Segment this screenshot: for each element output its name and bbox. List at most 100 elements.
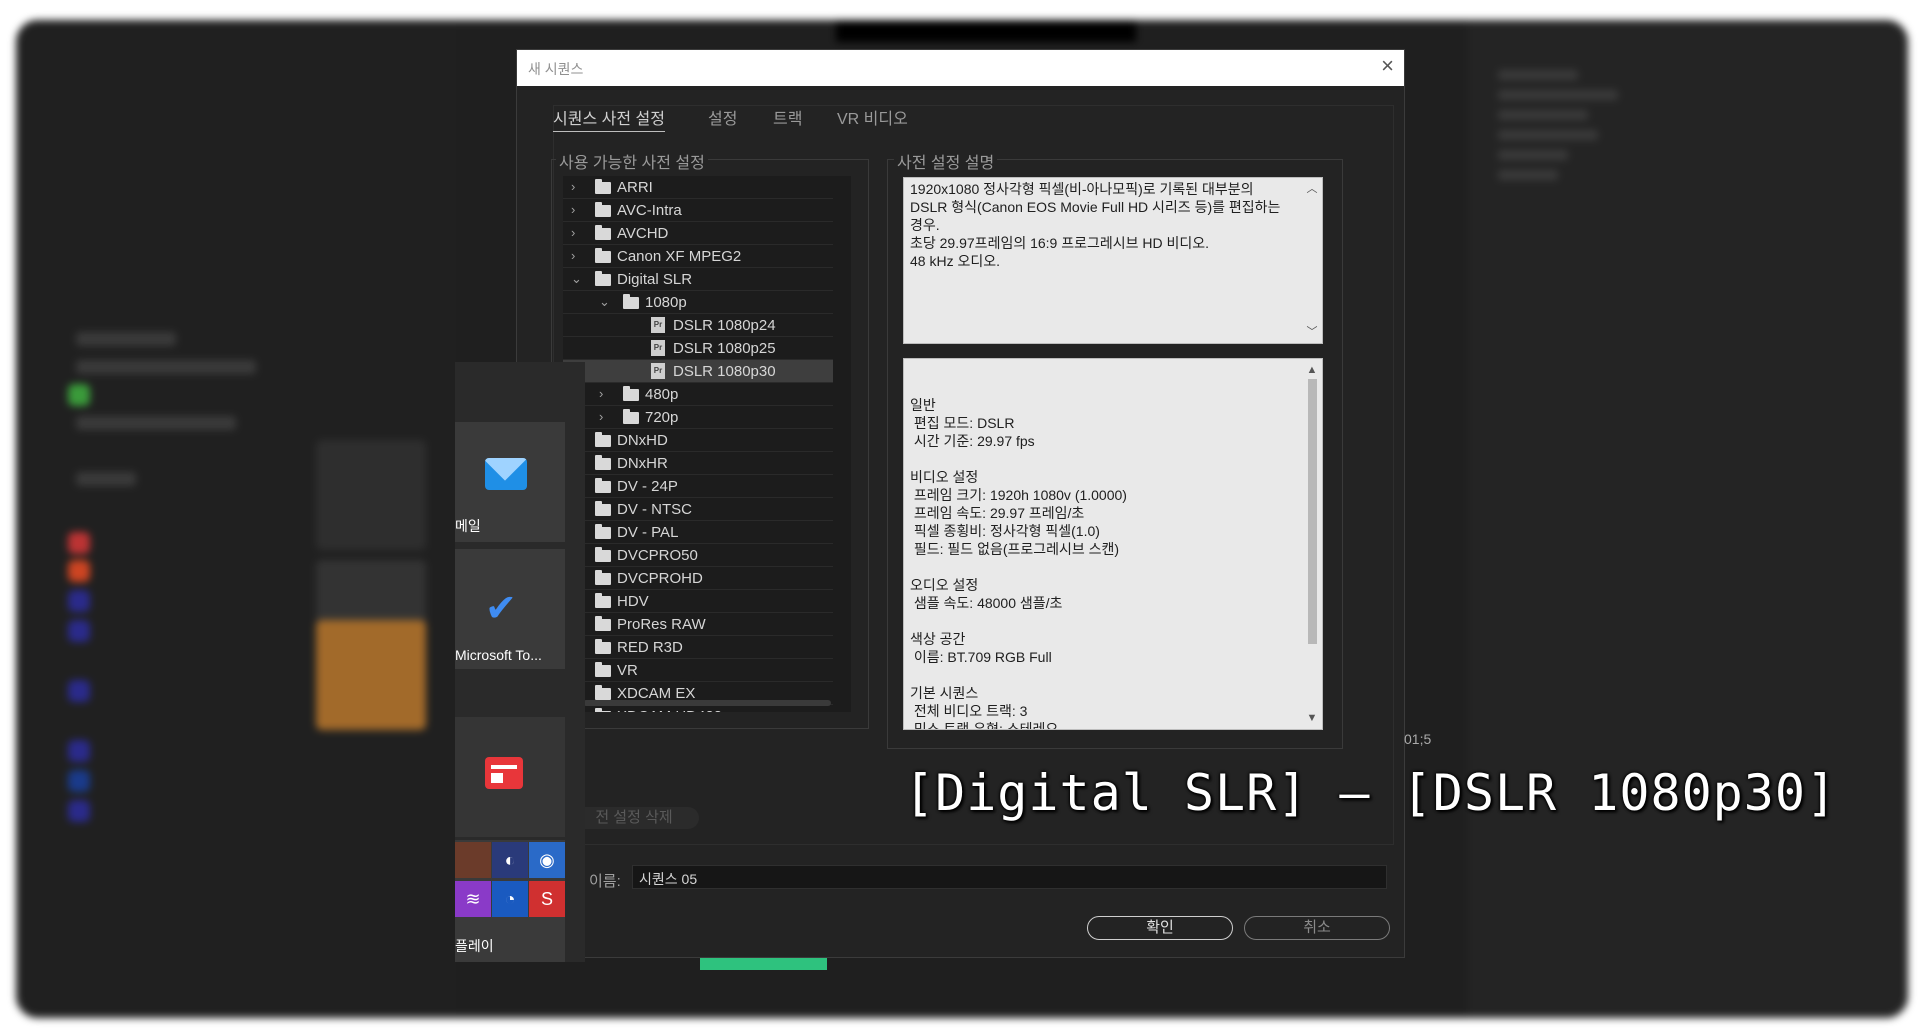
tab-sequence-presets[interactable]: 시퀀스 사전 설정 [553, 105, 665, 132]
ok-button[interactable]: 확인 [1087, 916, 1233, 940]
preset-row[interactable]: › 720p [563, 406, 833, 429]
tile-mail[interactable]: 메일 [455, 422, 565, 542]
preset-row[interactable]: › ARRI [563, 176, 833, 199]
folder-icon [595, 685, 611, 700]
tab-tracks[interactable]: 트랙 [773, 105, 802, 129]
preset-label: AVC-Intra [617, 202, 682, 219]
scroll-up-icon[interactable]: ︿ [1302, 180, 1322, 198]
tile-label: 메일 [455, 518, 481, 534]
play-app-grid: ◐ ◉ ≋ ◔ S [455, 840, 565, 924]
close-icon[interactable]: × [1381, 55, 1394, 77]
preset-row[interactable]: HDV [563, 590, 833, 613]
folder-icon [595, 432, 611, 447]
preset-row[interactable]: VR [563, 659, 833, 682]
preset-label: XDCAM HD422 [617, 708, 722, 712]
folder-icon [595, 662, 611, 677]
preset-row[interactable]: DNxHD [563, 429, 833, 452]
preset-label: ARRI [617, 179, 653, 196]
preset-row[interactable]: ⌄ 1080p [563, 291, 833, 314]
folder-icon [595, 478, 611, 493]
preset-label: DSLR 1080p30 [673, 363, 776, 380]
preset-label: DVCPROHD [617, 570, 703, 587]
tile-label: Microsoft To... [455, 647, 542, 663]
preset-row[interactable]: DV - PAL [563, 521, 833, 544]
folder-icon [623, 386, 639, 401]
background-left-panel [16, 20, 456, 1018]
preset-row[interactable]: DVCPROHD [563, 567, 833, 590]
folder-icon [595, 248, 611, 263]
folder-icon [623, 294, 639, 309]
info-scrollbar[interactable]: ▲ ▼ [1302, 359, 1322, 729]
preset-description-label: 사전 설정 설명 [894, 149, 998, 173]
preset-label: DSLR 1080p25 [673, 340, 776, 357]
chevron-down-icon[interactable]: ⌄ [571, 271, 583, 287]
s-app-icon: S [529, 881, 565, 917]
start-menu-tiles: 메일 ✔ Microsoft To... ◐ ◉ ≋ ◔ S 플레이 [455, 362, 585, 962]
preset-row[interactable]: Pr DSLR 1080p24 [563, 314, 833, 337]
preset-label: ProRes RAW [617, 616, 706, 633]
preset-row[interactable]: › AVC-Intra [563, 199, 833, 222]
preset-info-text: 일반 편집 모드: DSLR 시간 기준: 29.97 fps 비디오 설정 프… [910, 397, 1127, 730]
preset-label: HDV [617, 593, 649, 610]
preset-row[interactable]: DNxHR [563, 452, 833, 475]
cancel-button[interactable]: 취소 [1244, 916, 1390, 940]
caption-overlay: [Digital SLR] – [DSLR 1080p30] [904, 764, 1838, 822]
preset-row[interactable]: Pr DSLR 1080p25 [563, 337, 833, 360]
tab-vr-video[interactable]: VR 비디오 [837, 105, 908, 129]
checkmark-icon: ✔ [485, 588, 517, 630]
chevron-right-icon[interactable]: › [571, 248, 583, 263]
preset-row[interactable]: › Canon XF MPEG2 [563, 245, 833, 268]
dolby-icon: ◐ [492, 842, 528, 878]
preset-label: RED R3D [617, 639, 683, 656]
preset-row[interactable]: › 480p [563, 383, 833, 406]
tree-horizontal-scrollbar[interactable] [583, 700, 831, 706]
timecode-readout: 01;5 [1404, 731, 1432, 747]
preset-row[interactable]: RED R3D [563, 636, 833, 659]
news-icon [485, 757, 523, 789]
chevron-right-icon[interactable]: › [571, 202, 583, 217]
preset-row[interactable]: DV - NTSC [563, 498, 833, 521]
preset-tree[interactable]: XDCAM HD422XDCAM EXVRRED R3DProRes RAWHD… [563, 176, 851, 712]
preset-label: DNxHD [617, 432, 668, 449]
folder-icon [595, 179, 611, 194]
preset-row[interactable]: ⌄ Digital SLR [563, 268, 833, 291]
mail-icon [485, 458, 527, 490]
premiere-preset-icon: Pr [651, 317, 665, 333]
chevron-right-icon[interactable]: › [571, 179, 583, 194]
background-right-panel [1468, 20, 1908, 1018]
chevron-right-icon[interactable]: › [599, 386, 611, 401]
info-scrollbar-thumb[interactable] [1308, 379, 1317, 644]
preset-row[interactable]: Pr DSLR 1080p30 [563, 360, 833, 383]
dialog-title: 새 시퀀스 [528, 61, 584, 77]
folder-icon [595, 570, 611, 585]
delete-preset-button[interactable]: 전 설정 삭제 [569, 807, 699, 829]
preset-description-box: 1920x1080 정사각형 픽셀(비-아나모픽)로 기록된 대부분의 DSLR… [903, 177, 1323, 344]
preset-label: 480p [645, 386, 679, 403]
preset-row[interactable]: ProRes RAW [563, 613, 833, 636]
preset-label: Canon XF MPEG2 [617, 248, 742, 265]
scroll-down-icon[interactable]: ▼ [1302, 709, 1322, 727]
folder-icon [595, 639, 611, 654]
chevron-right-icon[interactable]: › [599, 409, 611, 424]
scroll-down-icon[interactable]: ﹀ [1302, 323, 1322, 341]
chevron-right-icon[interactable]: › [571, 225, 583, 240]
preset-row[interactable]: DV - 24P [563, 475, 833, 498]
preset-row[interactable]: DVCPRO50 [563, 544, 833, 567]
description-scrollbar[interactable]: ︿ ﹀ [1302, 178, 1322, 343]
sequence-name-input[interactable]: 시퀀스 05 [632, 865, 1387, 889]
game-icon [455, 842, 491, 878]
preset-label: DV - PAL [617, 524, 679, 541]
audio-icon: ≋ [455, 881, 491, 917]
camera-icon: ◉ [529, 842, 565, 878]
tab-settings[interactable]: 설정 [708, 105, 737, 129]
tile-play[interactable]: ◐ ◉ ≋ ◔ S 플레이 [455, 840, 565, 962]
preset-row[interactable]: › AVCHD [563, 222, 833, 245]
preset-row[interactable]: XDCAM HD422 [563, 705, 833, 712]
chevron-down-icon[interactable]: ⌄ [599, 294, 611, 310]
premiere-preset-icon: Pr [651, 363, 665, 379]
folder-icon [595, 708, 611, 712]
scroll-up-icon[interactable]: ▲ [1302, 361, 1322, 379]
folder-icon [595, 271, 611, 286]
tile-microsoft-todo[interactable]: ✔ Microsoft To... [455, 549, 565, 669]
tile-news[interactable] [455, 717, 565, 837]
